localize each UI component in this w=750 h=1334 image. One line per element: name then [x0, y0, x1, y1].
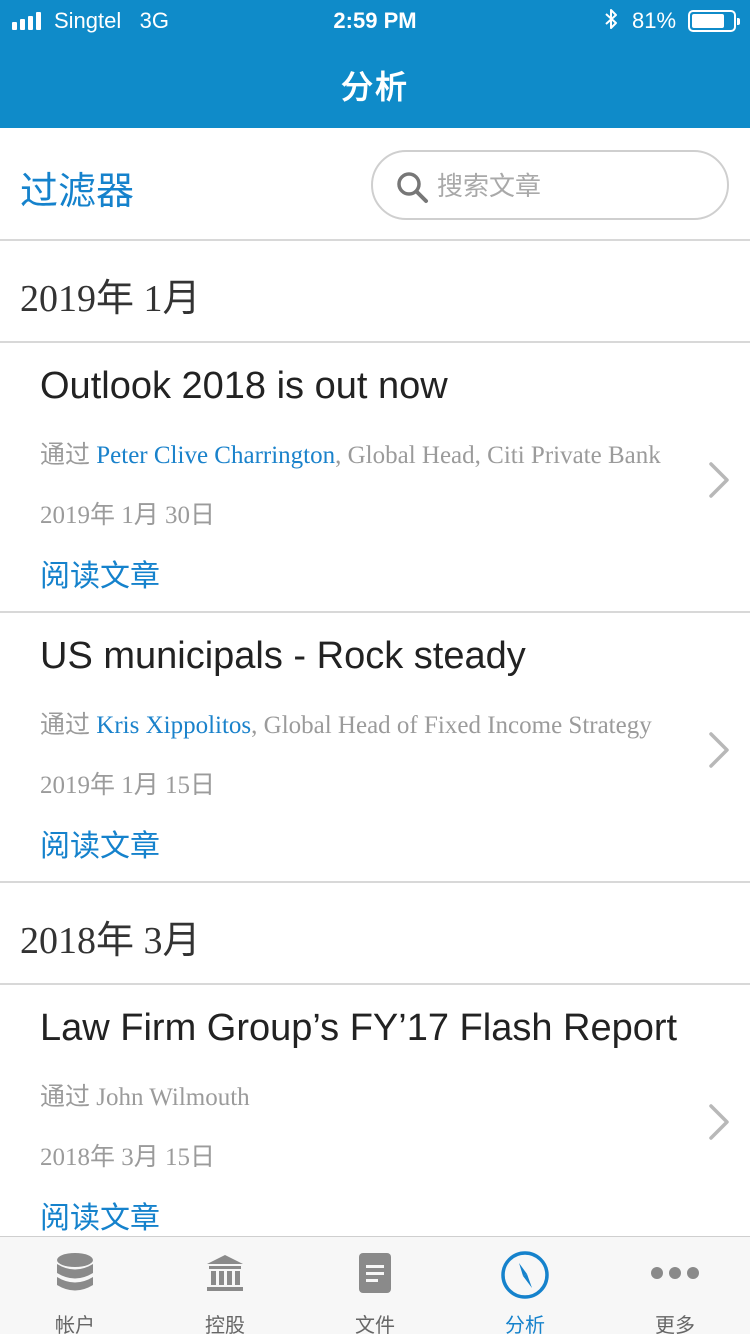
month-label: 2019年 1月: [20, 278, 201, 320]
chevron-right-icon: [709, 462, 729, 498]
tab-more[interactable]: 更多: [600, 1237, 750, 1334]
author-role: , Global Head of Fixed Income Strategy: [251, 712, 652, 739]
page-title: 分析: [340, 69, 409, 105]
read-article-link[interactable]: 阅读文章: [40, 821, 160, 865]
database-icon: [57, 1253, 93, 1291]
byline-prefix: 通过: [40, 1084, 97, 1111]
article-date: 2019年 1月 30日: [40, 502, 216, 529]
byline-prefix: 通过: [40, 712, 97, 739]
bank-icon: [207, 1255, 243, 1291]
search-box[interactable]: [371, 150, 729, 220]
status-bar: Singtel 3G 2:59 PM 81%: [0, 0, 750, 40]
tab-holdings[interactable]: 控股: [150, 1237, 300, 1334]
author-link[interactable]: Kris Xippolitos: [96, 712, 251, 739]
chevron-right-icon: [709, 732, 729, 768]
tab-label: 文件: [355, 1315, 395, 1334]
month-label: 2018年 3月: [20, 920, 201, 962]
tab-analysis[interactable]: 分析: [450, 1237, 600, 1334]
article-title: Outlook 2018 is out now: [40, 365, 448, 407]
document-icon: [359, 1253, 391, 1293]
article-item[interactable]: Outlook 2018 is out now 通过 Peter Clive C…: [0, 343, 750, 613]
author-role: John Wilmouth: [96, 1084, 250, 1111]
article-item[interactable]: Law Firm Group’s FY’17 Flash Report 通过 J…: [0, 985, 750, 1255]
battery-tip: [737, 18, 740, 25]
byline-prefix: 通过: [40, 442, 97, 469]
article-date: 2019年 1月 15日: [40, 772, 216, 799]
battery-percent: 81%: [632, 8, 677, 33]
article-byline: 通过 John Wilmouth: [40, 1077, 250, 1113]
search-icon: [397, 172, 428, 203]
article-byline: 通过 Kris Xippolitos, Global Head of Fixed…: [40, 705, 652, 741]
tab-label: 分析: [505, 1315, 545, 1334]
filter-bar: 过滤器: [0, 128, 750, 241]
article-title: US municipals - Rock steady: [40, 635, 526, 677]
read-article-link[interactable]: 阅读文章: [40, 1193, 160, 1237]
search-input[interactable]: [437, 164, 707, 208]
article-item[interactable]: US municipals - Rock steady 通过 Kris Xipp…: [0, 613, 750, 883]
app-header: Singtel 3G 2:59 PM 81% 分析: [0, 0, 750, 128]
battery-icon: [688, 10, 740, 32]
more-dots-icon: [651, 1267, 699, 1279]
month-header: 2019年 1月: [0, 241, 750, 343]
tab-accounts[interactable]: 帐户: [0, 1237, 150, 1334]
tab-label: 帐户: [55, 1315, 95, 1334]
author-role: , Global Head, Citi Private Bank: [335, 442, 661, 469]
chevron-right-icon: [709, 1104, 729, 1140]
tab-label: 更多: [655, 1315, 695, 1334]
month-header: 2018年 3月: [0, 883, 750, 985]
tab-label: 控股: [205, 1315, 245, 1334]
author-link[interactable]: Peter Clive Charrington: [96, 442, 335, 469]
tab-documents[interactable]: 文件: [300, 1237, 450, 1334]
article-byline: 通过 Peter Clive Charrington, Global Head,…: [40, 435, 661, 471]
battery-fill: [692, 14, 724, 28]
bluetooth-icon: [605, 9, 617, 29]
article-title: Law Firm Group’s FY’17 Flash Report: [40, 1007, 678, 1049]
filter-button[interactable]: 过滤器: [20, 160, 134, 215]
compass-icon: [501, 1251, 549, 1299]
article-date: 2018年 3月 15日: [40, 1144, 216, 1171]
read-article-link[interactable]: 阅读文章: [40, 551, 160, 595]
tab-bar: 帐户 控股 文件 分析 更多: [0, 1236, 750, 1334]
